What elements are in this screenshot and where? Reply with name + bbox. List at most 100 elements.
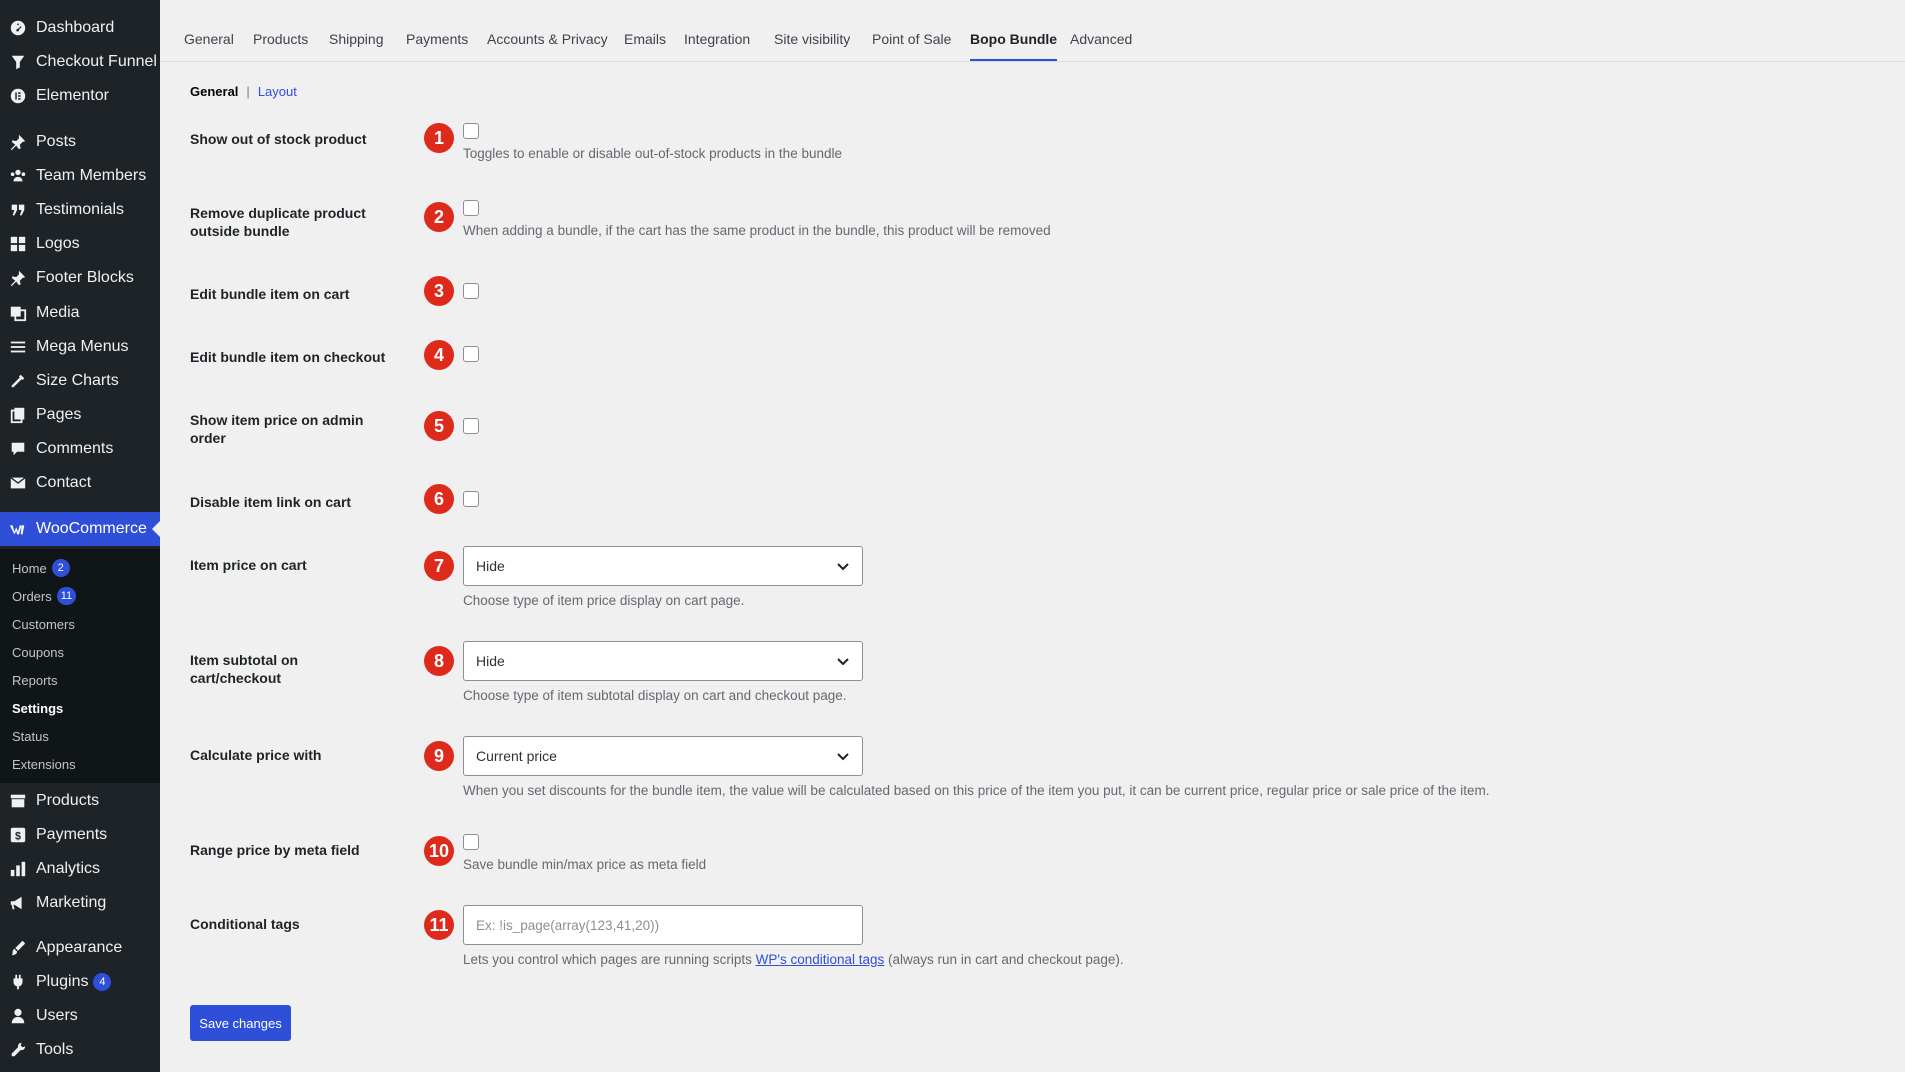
show-price-admin-checkbox[interactable] <box>463 418 479 434</box>
submenu-extensions[interactable]: Extensions <box>12 753 76 775</box>
menu-label: WooCommerce <box>36 520 147 537</box>
menu-logos[interactable]: Logos <box>0 227 160 261</box>
pin-icon <box>8 132 28 152</box>
submenu-coupons[interactable]: Coupons <box>12 641 64 663</box>
brush-icon <box>8 938 28 958</box>
menu-testimonials[interactable]: Testimonials <box>0 193 160 227</box>
tab-payments[interactable]: Payments <box>406 31 468 59</box>
submenu-reports[interactable]: Reports <box>12 669 58 691</box>
step-marker: 11 <box>424 910 454 940</box>
tab-advanced[interactable]: Advanced <box>1070 31 1132 59</box>
settings-tabs: General Products Shipping Payments Accou… <box>160 0 1905 62</box>
menu-label: Users <box>36 1007 78 1024</box>
menu-marketing[interactable]: Marketing <box>0 886 160 920</box>
label-item-subtotal: Item subtotal on cart/checkout <box>190 652 299 686</box>
item-subtotal-select[interactable]: Hide <box>463 641 863 681</box>
disable-item-link-checkbox[interactable] <box>463 491 479 507</box>
menu-label: Marketing <box>36 894 107 911</box>
archive-icon <box>8 791 28 811</box>
select-value: Hide <box>476 653 505 669</box>
submenu-status[interactable]: Status <box>12 725 49 747</box>
tab-general[interactable]: General <box>184 31 234 59</box>
help-text: Choose type of item subtotal display on … <box>463 688 847 703</box>
edit-on-cart-checkbox[interactable] <box>463 283 479 299</box>
calculate-price-select[interactable]: Current price <box>463 736 863 776</box>
submenu-orders[interactable]: Orders 11 <box>12 585 77 607</box>
step-marker: 4 <box>424 340 454 370</box>
menu-products[interactable]: Products <box>0 784 160 818</box>
step-marker: 9 <box>424 741 454 771</box>
tab-integration[interactable]: Integration <box>684 31 750 59</box>
edit-on-checkout-checkbox[interactable] <box>463 346 479 362</box>
help-text: When you set discounts for the bundle it… <box>463 783 1490 798</box>
woocommerce-submenu: Home 2 Orders 11 Customers Coupons Repor… <box>0 549 160 783</box>
submenu-home[interactable]: Home 2 <box>12 557 70 579</box>
step-marker: 6 <box>424 484 454 514</box>
chevron-down-icon <box>837 563 849 571</box>
menu-analytics[interactable]: Analytics <box>0 852 160 886</box>
menu-users[interactable]: Users <box>0 999 160 1033</box>
subnav-current: General <box>190 84 239 99</box>
submenu-label: Home <box>12 560 47 576</box>
menu-mega-menus[interactable]: Mega Menus <box>0 330 160 364</box>
menu-woocommerce[interactable]: WooCommerce <box>0 512 160 546</box>
mail-icon <box>8 473 28 493</box>
submenu-label: Coupons <box>12 644 65 660</box>
help-text-after: (always run in cart and checkout page). <box>884 952 1124 967</box>
dashboard-icon <box>8 18 28 38</box>
menu-plugins[interactable]: Plugins 4 <box>0 965 160 999</box>
menu-label: Media <box>36 304 80 321</box>
tab-products[interactable]: Products <box>253 31 308 59</box>
chevron-down-icon <box>837 753 849 761</box>
menu-payments[interactable]: $ Payments <box>0 818 160 852</box>
menu-team-members[interactable]: Team Members <box>0 159 160 193</box>
menu-label: Team Members <box>36 167 147 184</box>
tab-bopo-bundle[interactable]: Bopo Bundle <box>970 31 1058 61</box>
save-changes-button[interactable]: Save changes <box>190 1005 291 1041</box>
menu-comments[interactable]: Comments <box>0 432 160 466</box>
step-marker: 2 <box>424 202 454 232</box>
menu-contact[interactable]: Contact <box>0 466 160 500</box>
submenu-customers[interactable]: Customers <box>12 613 75 635</box>
step-marker: 3 <box>424 276 454 306</box>
menu-tools[interactable]: Tools <box>0 1033 160 1067</box>
tab-emails[interactable]: Emails <box>624 31 666 59</box>
remove-duplicate-checkbox[interactable] <box>463 200 479 216</box>
tab-shipping[interactable]: Shipping <box>329 31 384 59</box>
submenu-label: Settings <box>12 700 64 716</box>
admin-sidebar: Dashboard Checkout Funnel Elementor Post… <box>0 0 160 1072</box>
tab-site-visibility[interactable]: Site visibility <box>774 31 850 59</box>
media-icon <box>8 303 28 323</box>
menu-label: Posts <box>36 133 77 150</box>
conditional-tags-link[interactable]: WP's conditional tags <box>756 952 885 967</box>
megaphone-icon <box>8 893 28 913</box>
tab-accounts-privacy[interactable]: Accounts & Privacy <box>487 31 608 59</box>
item-price-cart-select[interactable]: Hide <box>463 546 863 586</box>
menu-posts[interactable]: Posts <box>0 125 160 159</box>
step-marker: 5 <box>424 411 454 441</box>
menu-media[interactable]: Media <box>0 296 160 330</box>
menu-size-charts[interactable]: Size Charts <box>0 364 160 398</box>
menu-icon <box>8 337 28 357</box>
conditional-tags-input[interactable] <box>463 905 863 945</box>
menu-footer-blocks[interactable]: Footer Blocks <box>0 261 160 295</box>
dollar-icon: $ <box>8 825 28 845</box>
menu-checkout-funnel[interactable]: Checkout Funnel <box>0 45 160 79</box>
subnav-layout-link[interactable]: Layout <box>258 84 297 99</box>
menu-label: Comments <box>36 440 114 457</box>
menu-pages[interactable]: Pages <box>0 398 160 432</box>
tab-point-of-sale[interactable]: Point of Sale <box>872 31 951 59</box>
pages-icon <box>8 405 28 425</box>
menu-dashboard[interactable]: Dashboard <box>0 11 160 45</box>
funnel-icon <box>8 52 28 72</box>
quote-icon <box>8 200 28 220</box>
help-text: When adding a bundle, if the cart has th… <box>463 223 1051 238</box>
menu-appearance[interactable]: Appearance <box>0 931 160 965</box>
submenu-label: Orders <box>12 588 52 604</box>
show-out-of-stock-checkbox[interactable] <box>463 123 479 139</box>
range-price-meta-checkbox[interactable] <box>463 834 479 850</box>
menu-elementor[interactable]: Elementor <box>0 79 160 113</box>
count-badge: 2 <box>51 559 70 577</box>
submenu-settings[interactable]: Settings <box>12 697 63 719</box>
label-remove-duplicate: Remove duplicate product outside bundle <box>190 205 366 239</box>
